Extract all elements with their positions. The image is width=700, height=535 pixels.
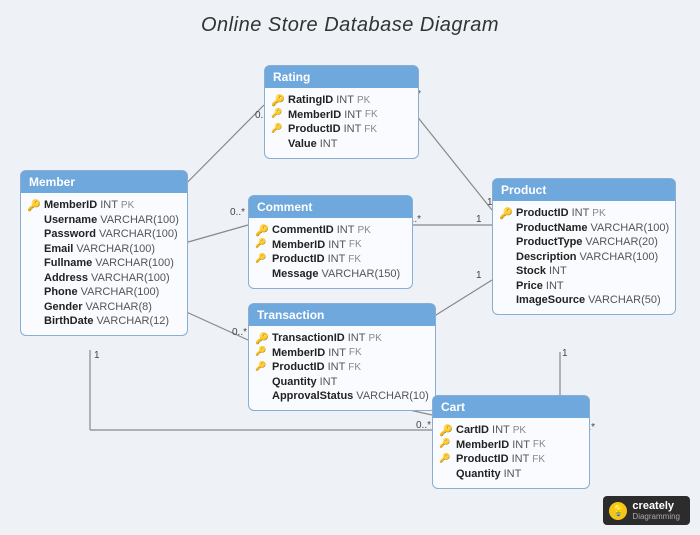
field-row: 🔑ProductIDINTFK [271,123,412,136]
entity-comment-body: 🔑CommentIDINTPK 🔑MemberIDINTFK 🔑ProductI… [249,218,412,288]
spacer-icon [27,271,40,284]
spacer-icon [255,375,268,388]
field-row: 🔑MemberIDINTFK [255,346,429,359]
spacer-icon [255,267,268,280]
field-row: AddressVARCHAR(100) [27,271,181,284]
field-row: 🔑ProductIDINTPK [499,207,669,220]
field-row: ApprovalStatusVARCHAR(10) [255,390,429,403]
field-row: DescriptionVARCHAR(100) [499,250,669,263]
diagram-title: Online Store Database Diagram [0,0,700,37]
field-row: ProductNameVARCHAR(100) [499,221,669,234]
svg-text:0..*: 0..* [230,207,245,218]
field-row: 🔑CommentIDINTPK [255,224,406,237]
entity-comment[interactable]: Comment 🔑CommentIDINTPK 🔑MemberIDINTFK 🔑… [248,195,413,289]
spacer-icon [271,137,284,150]
field-row: PhoneVARCHAR(100) [27,286,181,299]
spacer-icon [27,315,40,328]
field-row: 🔑MemberIDINTPK [27,199,181,212]
svg-text:1: 1 [476,214,482,225]
entity-product[interactable]: Product 🔑ProductIDINTPK ProductNameVARCH… [492,178,676,315]
entity-rating-body: 🔑RatingIDINTPK 🔑MemberIDINTFK 🔑ProductID… [265,88,418,158]
field-row: PasswordVARCHAR(100) [27,228,181,241]
spacer-icon [255,390,268,403]
fk-icon: 🔑 [271,123,284,136]
fk-icon: 🔑 [439,438,452,451]
spacer-icon [27,228,40,241]
spacer-icon [27,257,40,270]
fk-icon: 🔑 [255,361,268,374]
spacer-icon [499,250,512,263]
key-icon: 🔑 [271,94,284,107]
creately-text: creately Diagramming [632,500,680,521]
field-row: PriceINT [499,279,669,292]
entity-member[interactable]: Member 🔑MemberIDINTPK UsernameVARCHAR(10… [20,170,188,336]
spacer-icon [27,242,40,255]
field-row: UsernameVARCHAR(100) [27,213,181,226]
entity-transaction-header: Transaction [249,304,435,326]
field-row: EmailVARCHAR(100) [27,242,181,255]
field-row: 🔑TransactionIDINTPK [255,332,429,345]
key-icon: 🔑 [255,332,268,345]
spacer-icon [27,286,40,299]
field-row: 🔑CartIDINTPK [439,424,583,437]
svg-text:1: 1 [562,348,568,359]
entity-transaction-body: 🔑TransactionIDINTPK 🔑MemberIDINTFK 🔑Prod… [249,326,435,410]
spacer-icon [499,294,512,307]
entity-product-body: 🔑ProductIDINTPK ProductNameVARCHAR(100) … [493,201,675,314]
field-row: ValueINT [271,137,412,150]
entity-cart[interactable]: Cart 🔑CartIDINTPK 🔑MemberIDINTFK 🔑Produc… [432,395,590,489]
field-row: QuantityINT [255,375,429,388]
canvas: Online Store Database Diagram 1 0..* 1 0… [0,0,700,535]
entity-product-header: Product [493,179,675,201]
field-row: StockINT [499,265,669,278]
field-row: 🔑ProductIDINTFK [255,253,406,266]
entity-rating-header: Rating [265,66,418,88]
entity-comment-header: Comment [249,196,412,218]
field-row: 🔑MemberIDINTFK [271,108,412,121]
fk-icon: 🔑 [255,253,268,266]
field-row: ImageSourceVARCHAR(50) [499,294,669,307]
svg-text:0..*: 0..* [416,420,431,431]
entity-transaction[interactable]: Transaction 🔑TransactionIDINTPK 🔑MemberI… [248,303,436,411]
svg-text:1: 1 [94,350,100,361]
field-row: 🔑ProductIDINTFK [255,361,429,374]
spacer-icon [499,221,512,234]
entity-rating[interactable]: Rating 🔑RatingIDINTPK 🔑MemberIDINTFK 🔑Pr… [264,65,419,159]
field-row: MessageVARCHAR(150) [255,267,406,280]
field-row: BirthDateVARCHAR(12) [27,315,181,328]
fk-icon: 🔑 [255,238,268,251]
entity-cart-header: Cart [433,396,589,418]
fk-icon: 🔑 [439,453,452,466]
field-row: ProductTypeVARCHAR(20) [499,236,669,249]
entity-member-header: Member [21,171,187,193]
entity-member-body: 🔑MemberIDINTPK UsernameVARCHAR(100) Pass… [21,193,187,335]
creately-badge: 💡 creately Diagramming [603,496,690,525]
field-row: 🔑MemberIDINTFK [439,438,583,451]
key-icon: 🔑 [499,207,512,220]
entity-cart-body: 🔑CartIDINTPK 🔑MemberIDINTFK 🔑ProductIDIN… [433,418,589,488]
field-row: 🔑RatingIDINTPK [271,94,412,107]
field-row: FullnameVARCHAR(100) [27,257,181,270]
spacer-icon [439,467,452,480]
key-icon: 🔑 [255,224,268,237]
field-row: QuantityINT [439,467,583,480]
field-row: 🔑ProductIDINTFK [439,453,583,466]
key-icon: 🔑 [439,424,452,437]
spacer-icon [27,213,40,226]
fk-icon: 🔑 [255,346,268,359]
fk-icon: 🔑 [271,108,284,121]
svg-text:1: 1 [476,270,482,281]
spacer-icon [27,300,40,313]
key-icon: 🔑 [27,199,40,212]
spacer-icon [499,236,512,249]
spacer-icon [499,265,512,278]
field-row: 🔑MemberIDINTFK [255,238,406,251]
field-row: GenderVARCHAR(8) [27,300,181,313]
spacer-icon [499,279,512,292]
svg-text:0..*: 0..* [232,327,247,338]
creately-bulb-icon: 💡 [609,502,627,520]
